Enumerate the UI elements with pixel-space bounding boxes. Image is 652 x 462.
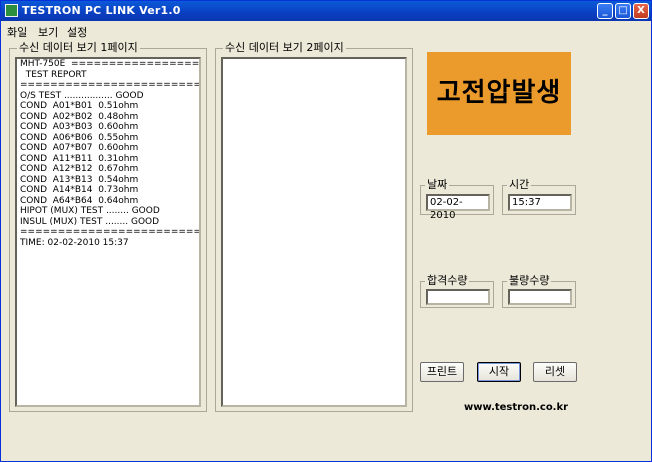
report-line: =================================	[20, 80, 201, 90]
logo-panel: 고전압발생	[427, 52, 571, 135]
menu-file[interactable]: 화일	[7, 24, 27, 40]
report-line: COND A02*B02 0.48ohm	[20, 111, 139, 122]
date-group: 날짜 02-02-2010	[420, 179, 494, 221]
report-line: =================================	[20, 227, 201, 237]
time-field[interactable]: 15:37	[508, 194, 572, 211]
app-window: TESTRON PC LINK Ver1.0 _ □ X 화일 보기 설정 수신…	[0, 0, 652, 462]
minimize-button[interactable]: _	[597, 3, 613, 19]
report-line: TIME: 02-02-2010 15:37	[20, 237, 129, 248]
report-line: COND A64*B64 0.64ohm	[20, 195, 139, 206]
report-line: INSUL (MUX) TEST ........ GOOD	[20, 216, 160, 227]
report-line: COND A11*B11 0.31ohm	[20, 153, 139, 164]
report-line: COND A03*B03 0.60ohm	[20, 122, 139, 132]
menu-view[interactable]: 보기	[38, 24, 58, 40]
start-button[interactable]: 시작	[477, 362, 521, 382]
close-button[interactable]: X	[633, 3, 649, 19]
website-url: www.testron.co.kr	[464, 402, 569, 413]
maximize-button[interactable]: □	[615, 3, 631, 19]
date-field[interactable]: 02-02-2010	[426, 194, 490, 221]
app-icon	[5, 4, 18, 17]
title-bar[interactable]: TESTRON PC LINK Ver1.0 _ □ X	[1, 1, 651, 21]
menu-bar: 화일 보기 설정	[1, 21, 651, 39]
report-line: O/S TEST ................. GOOD	[20, 90, 144, 101]
date-label: 날짜	[425, 178, 450, 191]
page2-listbox[interactable]	[221, 57, 407, 407]
time-label: 시간	[507, 178, 532, 191]
report-line: COND A07*B07 0.60ohm	[20, 143, 139, 153]
report-line: COND A06*B06 0.55ohm	[20, 132, 139, 143]
report-line: COND A14*B14 0.73ohm	[20, 185, 139, 195]
report-line: COND A13*B13 0.54ohm	[20, 174, 139, 185]
report-line: COND A01*B01 0.51ohm	[20, 101, 139, 111]
window-title: TESTRON PC LINK Ver1.0	[22, 4, 181, 17]
report-line: TEST REPORT	[20, 69, 87, 80]
pass-count-field[interactable]	[426, 289, 490, 305]
page2-label: 수신 데이터 보기 2페이지	[223, 41, 346, 54]
pass-count-label: 합격수량	[425, 274, 470, 287]
pass-count-group: 합격수량	[420, 275, 494, 308]
logo-text: 고전압발생	[436, 78, 562, 108]
report-line: MHT-750E ==============================	[20, 59, 200, 69]
fail-count-field[interactable]	[508, 289, 572, 305]
menu-settings[interactable]: 설정	[67, 24, 87, 40]
page2-group: 수신 데이터 보기 2페이지	[215, 42, 413, 412]
fail-count-label: 불량수량	[507, 274, 552, 287]
page1-label: 수신 데이터 보기 1페이지	[17, 41, 140, 54]
page1-group: 수신 데이터 보기 1페이지 MHT-750E ================…	[9, 42, 207, 412]
fail-count-group: 불량수량	[502, 275, 576, 308]
report-line: HIPOT (MUX) TEST ........ GOOD	[20, 206, 160, 216]
report-line: COND A12*B12 0.67ohm	[20, 164, 139, 174]
time-group: 시간 15:37	[502, 179, 576, 215]
report-text: MHT-750E ============================== …	[17, 59, 199, 248]
print-button[interactable]: 프린트	[420, 362, 464, 382]
page1-listbox[interactable]: MHT-750E ============================== …	[15, 57, 201, 407]
reset-button[interactable]: 리셋	[533, 362, 577, 382]
